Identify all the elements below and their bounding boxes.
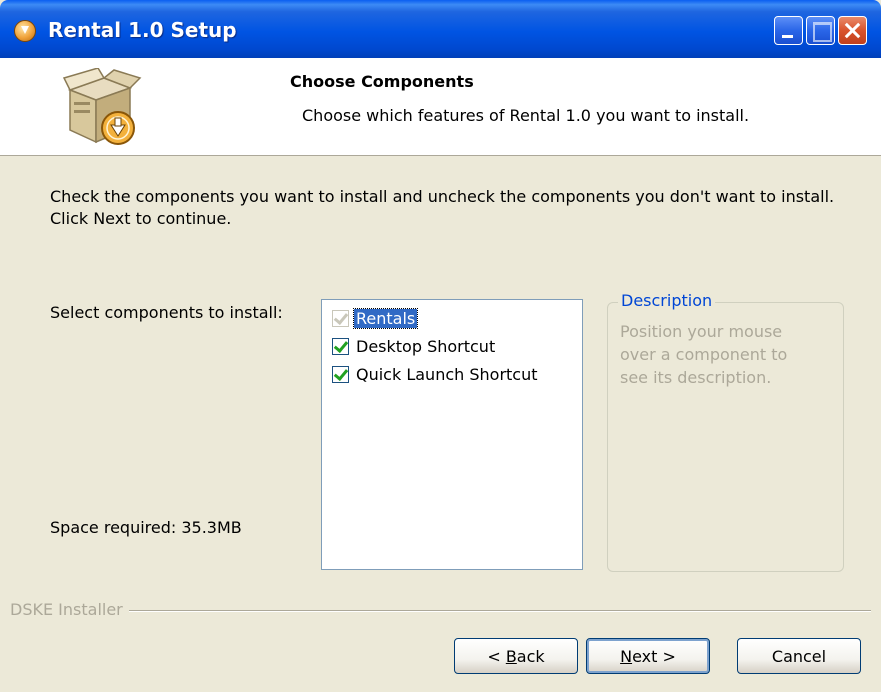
maximize-button (806, 16, 835, 45)
component-item-rentals[interactable]: Rentals (332, 306, 419, 330)
component-label: Rentals (352, 307, 419, 329)
description-text: Position your mouse over a component to … (620, 322, 788, 387)
close-button[interactable] (838, 16, 867, 45)
checkbox-icon[interactable] (332, 309, 349, 327)
header-panel: Choose Components Choose which features … (0, 58, 881, 156)
back-button[interactable]: < Back (454, 638, 578, 674)
branding-text: DSKE Installer (10, 600, 129, 619)
component-list[interactable]: Rentals Desktop Shortcut Quick Launch Sh… (321, 299, 583, 570)
next-button-rest: ext > (632, 646, 676, 666)
package-install-icon (62, 68, 142, 145)
setup-window: Rental 1.0 Setup Choose Components Choos… (0, 0, 881, 692)
next-button-accel: N (620, 646, 633, 666)
page-subheading: Choose which features of Rental 1.0 you … (302, 106, 750, 125)
component-label: Quick Launch Shortcut (356, 364, 538, 384)
component-item-quick-launch-shortcut[interactable]: Quick Launch Shortcut (332, 362, 540, 386)
branding-divider (10, 610, 871, 612)
installer-icon (14, 20, 36, 42)
title-bar[interactable]: Rental 1.0 Setup (0, 0, 881, 58)
space-required-label: Space required: 35.3MB (50, 518, 242, 537)
instructions-text: Check the components you want to install… (50, 187, 835, 228)
page-heading: Choose Components (290, 72, 474, 91)
description-title: Description (618, 291, 716, 310)
component-item-desktop-shortcut[interactable]: Desktop Shortcut (332, 334, 497, 358)
next-button[interactable]: Next > (586, 638, 710, 674)
cancel-button[interactable]: Cancel (737, 638, 861, 674)
checkbox-icon[interactable] (332, 337, 349, 355)
window-title: Rental 1.0 Setup (48, 18, 237, 42)
back-button-prefix: < (487, 646, 501, 666)
component-label: Desktop Shortcut (356, 336, 496, 356)
select-components-label: Select components to install: (50, 303, 283, 322)
checkbox-icon[interactable] (332, 365, 349, 383)
minimize-button[interactable] (774, 16, 803, 45)
back-button-rest: ack (516, 646, 545, 666)
back-button-accel: B (505, 646, 517, 666)
